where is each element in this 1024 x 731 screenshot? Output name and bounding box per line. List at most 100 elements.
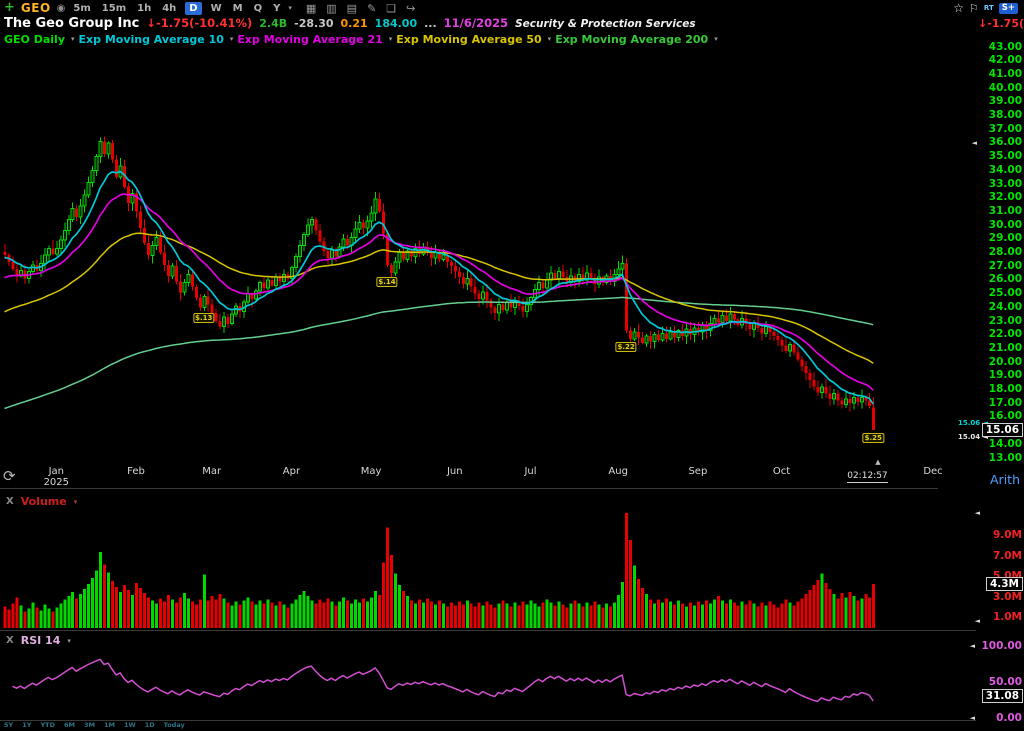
rsi-pane-header: X RSI 14 ▾ (6, 634, 71, 647)
earnings-badge-1[interactable]: $.14 (376, 277, 397, 287)
chart-style-icon[interactable]: ▥ (326, 2, 336, 15)
range-1y[interactable]: 1Y (22, 721, 31, 729)
price-tick-40: 40.00 (978, 82, 1022, 94)
rsi-caret-icon[interactable]: ▾ (67, 637, 71, 645)
toolbar: + GEO ◉ 5m 15m 1h 4h DWMQY ▾ ▦ ▥ ▤ ✎ ❏ ↪ ☆ ⚐ RT S… (0, 0, 1024, 16)
volume-tick-7.0M: 7.0M (978, 550, 1022, 562)
month-label-oct: Oct (762, 466, 802, 477)
legend-caret-icon[interactable]: ▾ (389, 35, 393, 43)
volume-close-button[interactable]: X (6, 496, 14, 507)
price-change-right: ↓-1.75( (978, 17, 1024, 30)
timeframe-Y[interactable]: Y (271, 3, 282, 14)
quote-date: 11/6/2025 (444, 16, 508, 30)
timeframe-D[interactable]: D (185, 2, 201, 15)
alerts-icon[interactable]: ◉ (57, 3, 66, 14)
splus-badge[interactable]: S+ (999, 3, 1018, 14)
rsi-tick-0.00: 0.00 (976, 712, 1022, 724)
chart-canvas[interactable] (0, 0, 1024, 731)
timeframe-15m[interactable]: 15m (100, 3, 128, 14)
current-volume-box: 4.3M (986, 577, 1023, 591)
stat-value-1: -28.30 (294, 17, 333, 30)
price-tick-21: 21.00 (978, 342, 1022, 354)
range-ytd[interactable]: YTD (40, 721, 55, 729)
month-label-apr: Apr (271, 466, 311, 477)
legend-item-4[interactable]: Exp Moving Average 200 (555, 33, 708, 46)
price-tick-28: 28.00 (978, 246, 1022, 258)
legend-item-0[interactable]: GEO Daily (4, 33, 65, 46)
volume-caret-icon[interactable]: ▾ (74, 498, 78, 506)
volume-top-marker-icon: ◄ (975, 509, 980, 517)
rsi-bottom-marker-icon: ◄ (970, 714, 975, 722)
toolbar-right-group: ☆ ⚐ RT S+ (953, 1, 1024, 15)
calendar-icon[interactable]: ▦ (306, 2, 316, 15)
legend-item-1[interactable]: Exp Moving Average 10 (79, 33, 224, 46)
rsi-close-button[interactable]: X (6, 635, 14, 646)
refresh-icon[interactable]: ⟳ (3, 467, 16, 485)
stats-ellipsis[interactable]: ... (424, 17, 437, 30)
timeframe-W[interactable]: W (209, 3, 224, 14)
price-tick-34: 34.00 (978, 164, 1022, 176)
legend-caret-icon[interactable]: ▾ (230, 35, 234, 43)
price-tick-36: 36.00 (978, 136, 1022, 148)
notes-icon[interactable]: ▤ (347, 2, 357, 15)
favorite-star-icon[interactable]: ☆ (953, 1, 964, 15)
earnings-badge-2[interactable]: $.22 (616, 342, 637, 352)
price-tick-19: 19.00 (978, 369, 1022, 381)
price-tick-25: 25.00 (978, 287, 1022, 299)
price-tick-27: 27.00 (978, 260, 1022, 272)
month-label-jul: Jul (511, 466, 551, 477)
timeframe-Q[interactable]: Q (252, 3, 265, 14)
timeframe-caret-icon[interactable]: ▾ (288, 4, 292, 12)
month-label-dec: Dec (913, 466, 953, 477)
price-tick-41: 41.00 (978, 68, 1022, 80)
realtime-label: RT (984, 4, 994, 12)
industry-label[interactable]: Security & Protection Services (515, 18, 695, 30)
volume-pane-header: X Volume ▾ (6, 495, 77, 508)
current-rsi-box: 31.08 (982, 689, 1023, 703)
timeframe-5m[interactable]: 5m (71, 3, 92, 14)
price-tick-24: 24.00 (978, 301, 1022, 313)
price-tick-38: 38.00 (978, 109, 1022, 121)
timeframe-1h[interactable]: 1h (135, 3, 153, 14)
volume-tick-9.0M: 9.0M (978, 529, 1022, 541)
legend-caret-icon[interactable]: ▾ (548, 35, 552, 43)
range-6m[interactable]: 6M (64, 721, 75, 729)
chart-window: + GEO ◉ 5m 15m 1h 4h DWMQY ▾ ▦ ▥ ▤ ✎ ❏ ↪ ☆ ⚐ RT S… (0, 0, 1024, 731)
stat-value-3: 184.00 (375, 17, 417, 30)
volume-tick-3.0M: 3.0M (978, 591, 1022, 603)
range-3m[interactable]: 3M (84, 721, 95, 729)
range-1m[interactable]: 1M (104, 721, 115, 729)
range-1w[interactable]: 1W (124, 721, 136, 729)
month-label-may: May (351, 466, 391, 477)
range-5y[interactable]: 5Y (4, 721, 13, 729)
chart-tools-group: ▦ ▥ ▤ ✎ ❏ ↪ (304, 2, 418, 15)
timeframe-M[interactable]: M (231, 3, 245, 14)
symbol-label[interactable]: GEO (21, 1, 51, 15)
price-tick-42: 42.00 (978, 54, 1022, 66)
layout-icon[interactable]: ❏ (386, 2, 396, 15)
rsi-pane-title[interactable]: RSI 14 (21, 634, 61, 647)
share-icon[interactable]: ↪ (406, 2, 415, 15)
range-today[interactable]: Today (164, 721, 185, 729)
price-tick-26: 26.00 (978, 273, 1022, 285)
timeframe-4h[interactable]: 4h (160, 3, 178, 14)
volume-pane-title[interactable]: Volume (21, 495, 67, 508)
range-1d[interactable]: 1D (145, 721, 155, 729)
earnings-badge-0[interactable]: $.13 (193, 313, 214, 323)
add-symbol-button[interactable]: + (4, 1, 15, 15)
price-tick-17: 17.00 (978, 397, 1022, 409)
month-label-mar: Mar (192, 466, 232, 477)
stat-value-2: 0.21 (341, 17, 368, 30)
scale-mode-label[interactable]: Arith (990, 472, 1020, 487)
legend-item-3[interactable]: Exp Moving Average 50 (396, 33, 541, 46)
month-label-jun: Jun (435, 466, 475, 477)
market-cap: 2.4B (259, 17, 287, 30)
price-tick-35: 35.00 (978, 150, 1022, 162)
draw-icon[interactable]: ✎ (367, 2, 376, 15)
legend-caret-icon[interactable]: ▾ (71, 35, 75, 43)
flag-icon[interactable]: ⚐ (969, 2, 979, 15)
rsi-tick-50.00: 50.00 (976, 676, 1022, 688)
earnings-badge-3[interactable]: $.25 (863, 433, 884, 443)
legend-caret-icon[interactable]: ▾ (714, 35, 718, 43)
legend-item-2[interactable]: Exp Moving Average 21 (237, 33, 382, 46)
